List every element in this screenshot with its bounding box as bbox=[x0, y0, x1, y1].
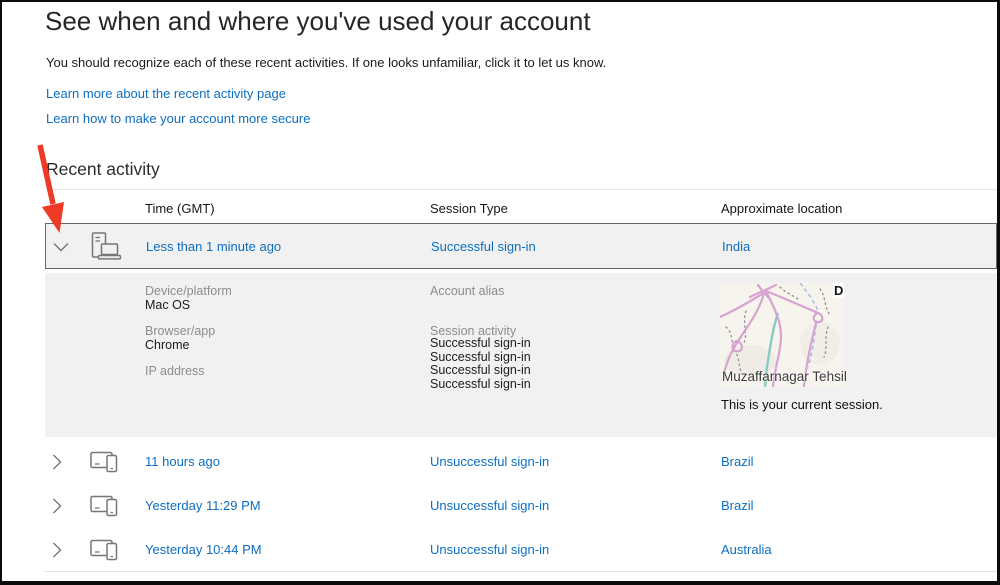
chevron-right-icon[interactable] bbox=[52, 498, 62, 519]
account-alias-label: Account alias bbox=[430, 284, 504, 298]
chevron-right-icon[interactable] bbox=[52, 542, 62, 563]
row-session-type-link[interactable]: Unsuccessful sign-in bbox=[430, 454, 549, 469]
tablet-and-phone-icon bbox=[90, 535, 120, 568]
column-header-session-type: Session Type bbox=[430, 201, 508, 216]
learn-secure-account-link[interactable]: Learn how to make your account more secu… bbox=[46, 111, 310, 126]
row-time-link[interactable]: Less than 1 minute ago bbox=[146, 239, 281, 254]
session-activity-list: Successful sign-in Successful sign-in Su… bbox=[430, 337, 531, 391]
map-corner-text: D bbox=[834, 283, 843, 298]
session-details-panel: Device/platform Mac OS Browser/app Chrom… bbox=[45, 273, 997, 437]
row-time-link[interactable]: Yesterday 10:44 PM bbox=[145, 542, 262, 557]
current-session-note: This is your current session. bbox=[721, 397, 883, 412]
chevron-down-icon[interactable] bbox=[53, 239, 69, 257]
column-header-location: Approximate location bbox=[721, 201, 842, 216]
activity-row[interactable]: Yesterday 10:44 PM Unsuccessful sign-in … bbox=[45, 527, 997, 572]
row-session-type-link[interactable]: Unsuccessful sign-in bbox=[430, 498, 549, 513]
row-location-link[interactable]: Brazil bbox=[721, 454, 754, 469]
row-session-type-link[interactable]: Unsuccessful sign-in bbox=[430, 542, 549, 557]
device-platform-label: Device/platform bbox=[145, 284, 232, 298]
column-header-time: Time (GMT) bbox=[145, 201, 215, 216]
activity-row-current-session[interactable]: Less than 1 minute ago Successful sign-i… bbox=[45, 223, 997, 269]
recent-activity-page: See when and where you've used your acco… bbox=[0, 0, 1000, 585]
map-place-label: Muzaffarnagar Tehsil bbox=[722, 369, 847, 384]
session-activity-item: Successful sign-in bbox=[430, 337, 531, 351]
desktop-and-laptop-icon bbox=[91, 232, 122, 266]
row-time-link[interactable]: Yesterday 11:29 PM bbox=[145, 498, 261, 513]
tablet-and-phone-icon bbox=[90, 447, 120, 480]
activity-row[interactable]: 11 hours ago Unsuccessful sign-in Brazil bbox=[45, 439, 997, 484]
row-session-type-link[interactable]: Successful sign-in bbox=[431, 239, 536, 254]
row-location-link[interactable]: Brazil bbox=[721, 498, 754, 513]
browser-app-label: Browser/app bbox=[145, 324, 215, 338]
ip-address-label: IP address bbox=[145, 364, 205, 378]
browser-app-value: Chrome bbox=[145, 338, 189, 352]
row-location-link[interactable]: Australia bbox=[721, 542, 772, 557]
tablet-and-phone-icon bbox=[90, 491, 120, 524]
row-time-link[interactable]: 11 hours ago bbox=[145, 454, 220, 469]
session-activity-item: Successful sign-in bbox=[430, 351, 531, 365]
recent-activity-heading: Recent activity bbox=[46, 159, 160, 180]
page-subtitle: You should recognize each of these recen… bbox=[46, 55, 606, 70]
activity-row[interactable]: Yesterday 11:29 PM Unsuccessful sign-in … bbox=[45, 483, 997, 528]
chevron-right-icon[interactable] bbox=[52, 454, 62, 475]
session-activity-item: Successful sign-in bbox=[430, 364, 531, 378]
learn-more-recent-activity-link[interactable]: Learn more about the recent activity pag… bbox=[46, 86, 286, 101]
location-map: D Muzaffarnagar Tehsil bbox=[720, 283, 844, 387]
section-divider bbox=[46, 189, 997, 190]
session-activity-item: Successful sign-in bbox=[430, 378, 531, 392]
device-platform-value: Mac OS bbox=[145, 298, 190, 312]
row-location-link[interactable]: India bbox=[722, 239, 750, 254]
page-title: See when and where you've used your acco… bbox=[45, 6, 591, 37]
